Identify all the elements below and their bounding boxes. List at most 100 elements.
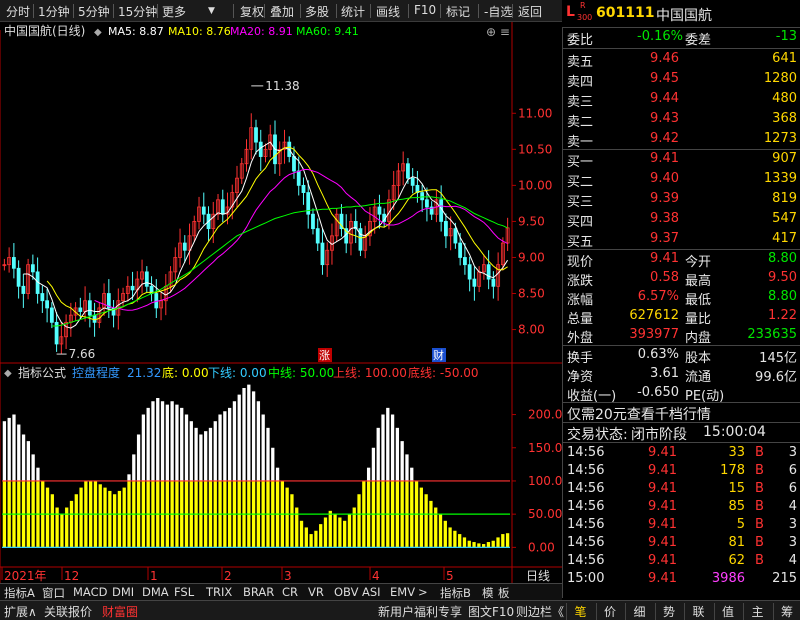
indicator-tab-14[interactable]: 指标B [440,585,471,601]
toolbar-item-12[interactable]: -自选 [484,3,512,20]
tick-volume: 178 [720,463,745,478]
indicator-tab-3[interactable]: DMI [112,585,134,599]
toolbar-divider [440,4,441,18]
price-tick-label: 9.00 [518,250,545,264]
indicator-tab-2[interactable]: MACD [73,585,107,599]
toolbar-item-0[interactable]: 分时 [6,3,30,20]
candle-body [130,285,135,291]
stat-row: 外盘 393977 内盘 233635 [563,326,800,346]
footer-left-2[interactable]: 财富圈 [102,603,138,620]
chart-controls-icon[interactable]: ⊕ ≡ [486,25,510,39]
indicator-tab-bar: 指标A 窗口 MACD DMI DMA FSL TRIX BRAR CR VR OBV ASI EMV >… [0,583,562,600]
candle-body [220,199,225,215]
indicator-tab-0[interactable]: 指标A [4,585,35,601]
indicator-tab-10[interactable]: OBV [334,585,358,599]
tick-price: 9.41 [648,517,677,532]
quote-panel: 委比 -0.16% 委差 -13 卖五 9.46 641 卖四 9.45 1280 卖三 9.44 48… [562,28,800,598]
indicator-tab-9[interactable]: VR [308,585,324,599]
zhang-event-marker[interactable]: 涨 [318,348,332,362]
indicator-tab-13[interactable]: > [418,585,428,599]
candle-body [292,156,296,172]
indicator-tab-6[interactable]: TRIX [206,585,232,599]
candle-body [16,267,21,287]
indicator-tab-5[interactable]: FSL [174,585,194,599]
indicator-name: 指标公式 [18,365,66,380]
chart-settings-icon[interactable]: ◆ [94,27,102,38]
footer-right-1[interactable]: 图文F10 [468,603,514,620]
footer-icon-6[interactable]: 主 [743,603,771,620]
tick-volume: 81 [728,535,745,550]
toolbar-item-6[interactable]: 叠加 [270,3,294,20]
toolbar-item-2[interactable]: 5分钟 [78,3,110,20]
promo-link[interactable]: 仅需20元查看千档行情 [567,404,711,424]
indicator-tab-16[interactable]: 板 [498,585,510,601]
buy-price: 9.41 [650,151,679,166]
toolbar-item-4[interactable]: 更多 [162,3,186,20]
buy-row: 买三 9.39 819 [563,190,800,210]
tick-row: 14:56 9.41 178 B 6 [563,462,800,481]
stat-value: 1.22 [768,308,797,323]
toolbar-item-5[interactable]: 复权 [240,3,264,20]
indicator-tab-8[interactable]: CR [282,585,298,599]
indicator-tab-1[interactable]: 窗口 [42,585,65,601]
indicator-sub[interactable]: 控盘程度 [72,365,120,380]
footer-right-2[interactable]: 则边栏《 [516,603,564,620]
period-label[interactable]: 日线 [526,569,550,583]
more-chevron-icon[interactable]: ▼ [208,6,215,16]
tick-volume: 3986 [711,571,745,586]
toolbar-item-11[interactable]: 标记 [446,3,470,20]
stat-label: 现价 [567,255,594,270]
footer-left-1[interactable]: 关联报价 [44,603,92,620]
footer-icon-4[interactable]: 联 [684,603,712,620]
shangxian-label: 上线: 100.00 [333,366,407,380]
tick-price: 9.41 [648,535,677,550]
toolbar-item-8[interactable]: 统计 [341,3,365,20]
toolbar-divider [264,4,265,18]
toolbar-item-1[interactable]: 1分钟 [38,3,70,20]
footer-icon-1[interactable]: 价 [595,603,624,620]
footer-right-0[interactable]: 新用户福利专享 [378,603,462,620]
ma10-line [46,146,508,321]
chart-controls[interactable]: ⊕ ≡ [486,25,510,39]
price-tick-label: 11.00 [518,106,552,120]
footer-icon-0[interactable]: 笔 [566,603,594,620]
footer-icon-5[interactable]: 值 [713,603,742,620]
dixian-label: 底线: -50.00 [408,365,479,380]
candles [2,113,510,355]
indicator-tab-11[interactable]: ASI [362,585,381,599]
cai-event-marker[interactable]: 财 [432,348,446,362]
indicator-tab-15[interactable]: 模 [482,585,494,601]
sell-row: 卖一 9.42 1273 [563,130,800,150]
footer-bar: 扩展∧ 关联报价 财富圈 新用户福利专享 图文F10 则边栏《笔价细势联值主筹 [0,600,800,620]
footer-icon-3[interactable]: 势 [654,603,683,620]
footer-left-0[interactable]: 扩展∧ [4,603,37,620]
toolbar-item-9[interactable]: 画线 [376,3,400,20]
candle-body [491,278,496,287]
indicator-tab-4[interactable]: DMA [142,585,169,599]
footer-icon-2[interactable]: 细 [625,603,653,620]
indicator-tab-12[interactable]: EMV [390,585,415,599]
toolbar-item-3[interactable]: 15分钟 [118,3,157,20]
weibi-row: 委比 -0.16% 委差 -13 [563,28,800,48]
kline-svg[interactable]: 8.008.509.009.5010.0010.5011.0011.387.66… [0,22,562,583]
toolbar-item-10[interactable]: F10 [414,3,436,17]
footer-icon-7[interactable]: 筹 [772,603,800,620]
buy-label: 买二 [567,175,594,190]
tick-price: 9.41 [648,571,677,586]
zhongxian-label: 中线: 50.00 [268,365,334,380]
divider [563,442,800,443]
tick-price: 9.41 [648,481,677,496]
board-badge: 300 [577,13,593,22]
toolbar-item-13[interactable]: 返回 [518,3,542,20]
indicator-settings-icon[interactable]: ◆ [4,368,12,379]
weibi-value: -0.16% [637,29,683,44]
indicator-tab-7[interactable]: BRAR [243,585,274,599]
trade-status-label: 交易状态: [567,427,628,443]
candle-body [92,314,97,323]
chart-area[interactable]: 8.00 8.50 9.00 9.50 10.00 10.50 11.00 11.38 7.66… [0,22,562,620]
price-tick-label: 10.50 [518,142,552,156]
toolbar-item-7[interactable]: 多股 [305,3,329,20]
date-label: 12 [64,569,79,583]
candle-body [296,170,301,186]
candle-body [472,278,477,287]
